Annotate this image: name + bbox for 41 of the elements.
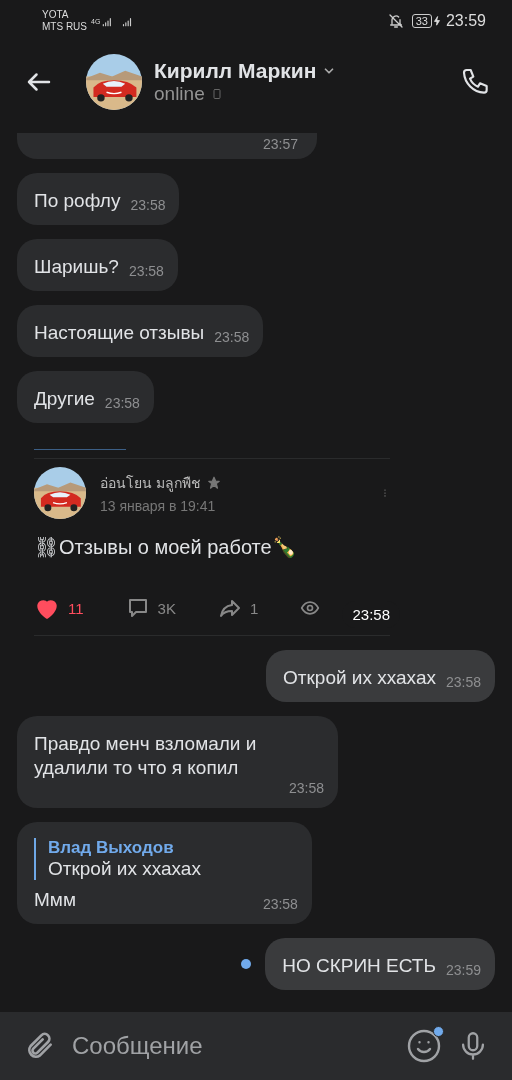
comment-count: 3K bbox=[157, 599, 176, 617]
message-text: Ммм bbox=[34, 888, 76, 912]
message-text: Другие bbox=[34, 387, 95, 411]
carrier-name: YOTA bbox=[42, 9, 70, 21]
author-avatar[interactable] bbox=[34, 467, 86, 519]
emoji-icon[interactable] bbox=[406, 1028, 442, 1064]
message-composer[interactable]: Сообщение bbox=[0, 1012, 512, 1080]
message-time: 23:58 bbox=[130, 197, 166, 213]
message-text: Настоящие отзывы bbox=[34, 321, 205, 345]
message-time: 23:57 bbox=[263, 136, 299, 152]
post-author[interactable]: อ่อนโยน มลูกพืช bbox=[100, 472, 201, 494]
bell-off-icon bbox=[387, 13, 404, 29]
post-text: ⛓Отзывы о моей работе🍾 bbox=[34, 535, 298, 559]
message-time: 23:58 bbox=[288, 780, 324, 796]
message-time: 23:59 bbox=[445, 962, 481, 978]
quote-author: Влад Выходов bbox=[48, 838, 175, 858]
contact-status: online bbox=[154, 83, 205, 105]
message-text: НО СКРИН ЕСТЬ bbox=[282, 954, 436, 978]
message-time: 23:58 bbox=[262, 896, 298, 912]
quote-text: Открой их ххахах bbox=[48, 858, 202, 880]
reply-quote[interactable]: Влад Выходов Открой их ххахах bbox=[34, 838, 298, 880]
avatar[interactable] bbox=[86, 54, 142, 110]
message-field[interactable]: Сообщение bbox=[70, 1031, 392, 1061]
message-time: 23:58 bbox=[214, 329, 250, 345]
message-text: Открой их ххахах bbox=[283, 666, 436, 690]
message-time: 23:58 bbox=[104, 395, 140, 411]
post-date: 13 января в 19:41 bbox=[100, 498, 217, 514]
charging-icon bbox=[431, 14, 442, 28]
message-time: 23:58 bbox=[128, 263, 164, 279]
message-text: По рофлу bbox=[34, 189, 121, 213]
clock-time: 23:59 bbox=[445, 12, 486, 30]
eye-icon bbox=[300, 598, 321, 618]
message-text: Шаришь? bbox=[34, 255, 119, 279]
contact-name[interactable]: Кирилл Маркин bbox=[154, 59, 317, 83]
battery-level: 33 bbox=[411, 14, 432, 28]
message-time: 23:58 bbox=[445, 674, 481, 690]
carrier-name: MTS RUS bbox=[42, 21, 87, 33]
share-count: 1 bbox=[249, 599, 259, 617]
like-count: 11 bbox=[68, 599, 84, 617]
phone-device-icon bbox=[210, 86, 223, 102]
message-text: Правдо менч взломали и удалили то что я копил bbox=[34, 732, 258, 780]
